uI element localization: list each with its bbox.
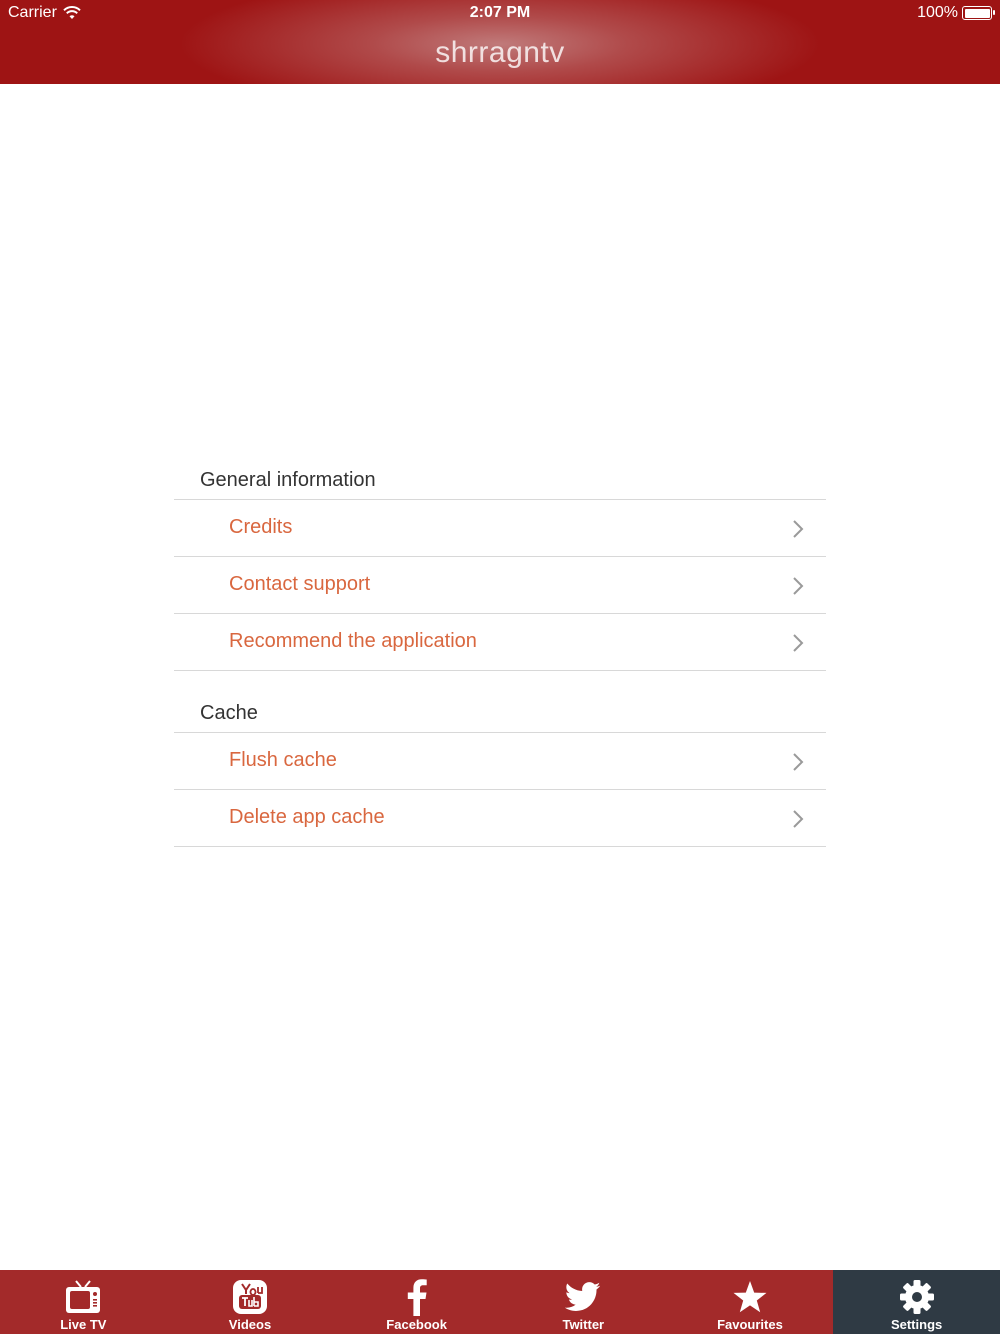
facebook-icon [397,1278,437,1316]
chevron-right-icon [793,577,804,595]
youtube-icon [230,1278,270,1316]
battery-icon [962,6,995,20]
battery-indicator: 100% [917,4,995,22]
tab-settings[interactable]: Settings [833,1270,1000,1334]
row-label: Credits [229,516,293,538]
row-label: Recommend the application [229,630,477,652]
chevron-right-icon [793,753,804,771]
navigation-bar: Carrier 2:07 PM 100% shrragntv [0,0,1000,84]
chevron-right-icon [793,634,804,652]
chevron-right-icon [793,810,804,828]
row-flush-cache[interactable]: Flush cache [174,733,826,790]
tab-label: Facebook [386,1317,447,1332]
row-recommend-application[interactable]: Recommend the application [174,614,826,671]
row-label: Flush cache [229,749,337,771]
section-header-cache: Cache [174,693,826,733]
row-label: Contact support [229,573,371,595]
tab-facebook[interactable]: Facebook [333,1270,500,1334]
tv-icon [63,1278,103,1316]
tab-label: Favourites [717,1317,783,1332]
tab-favourites[interactable]: Favourites [667,1270,834,1334]
status-bar: Carrier 2:07 PM 100% [0,0,1000,28]
tab-twitter[interactable]: Twitter [500,1270,667,1334]
gear-icon [897,1278,937,1316]
tab-label: Live TV [60,1317,107,1332]
star-icon [730,1278,770,1316]
chevron-right-icon [793,520,804,538]
row-credits[interactable]: Credits [174,500,826,557]
tab-label: Settings [890,1317,943,1332]
tab-label: Twitter [562,1317,605,1332]
tab-label: Videos [228,1317,272,1332]
row-contact-support[interactable]: Contact support [174,557,826,614]
tab-bar: Live TV Videos Facebook Twitter Favourit… [0,1270,1000,1334]
row-delete-app-cache[interactable]: Delete app cache [174,790,826,847]
section-header-general: General information [174,460,826,500]
row-label: Delete app cache [229,806,385,828]
twitter-icon [563,1278,603,1316]
status-time: 2:07 PM [469,4,531,21]
tab-videos[interactable]: Videos [167,1270,334,1334]
tab-live-tv[interactable]: Live TV [0,1270,167,1334]
battery-percent: 100% [917,4,958,21]
app-title: shrragntv [435,36,565,69]
